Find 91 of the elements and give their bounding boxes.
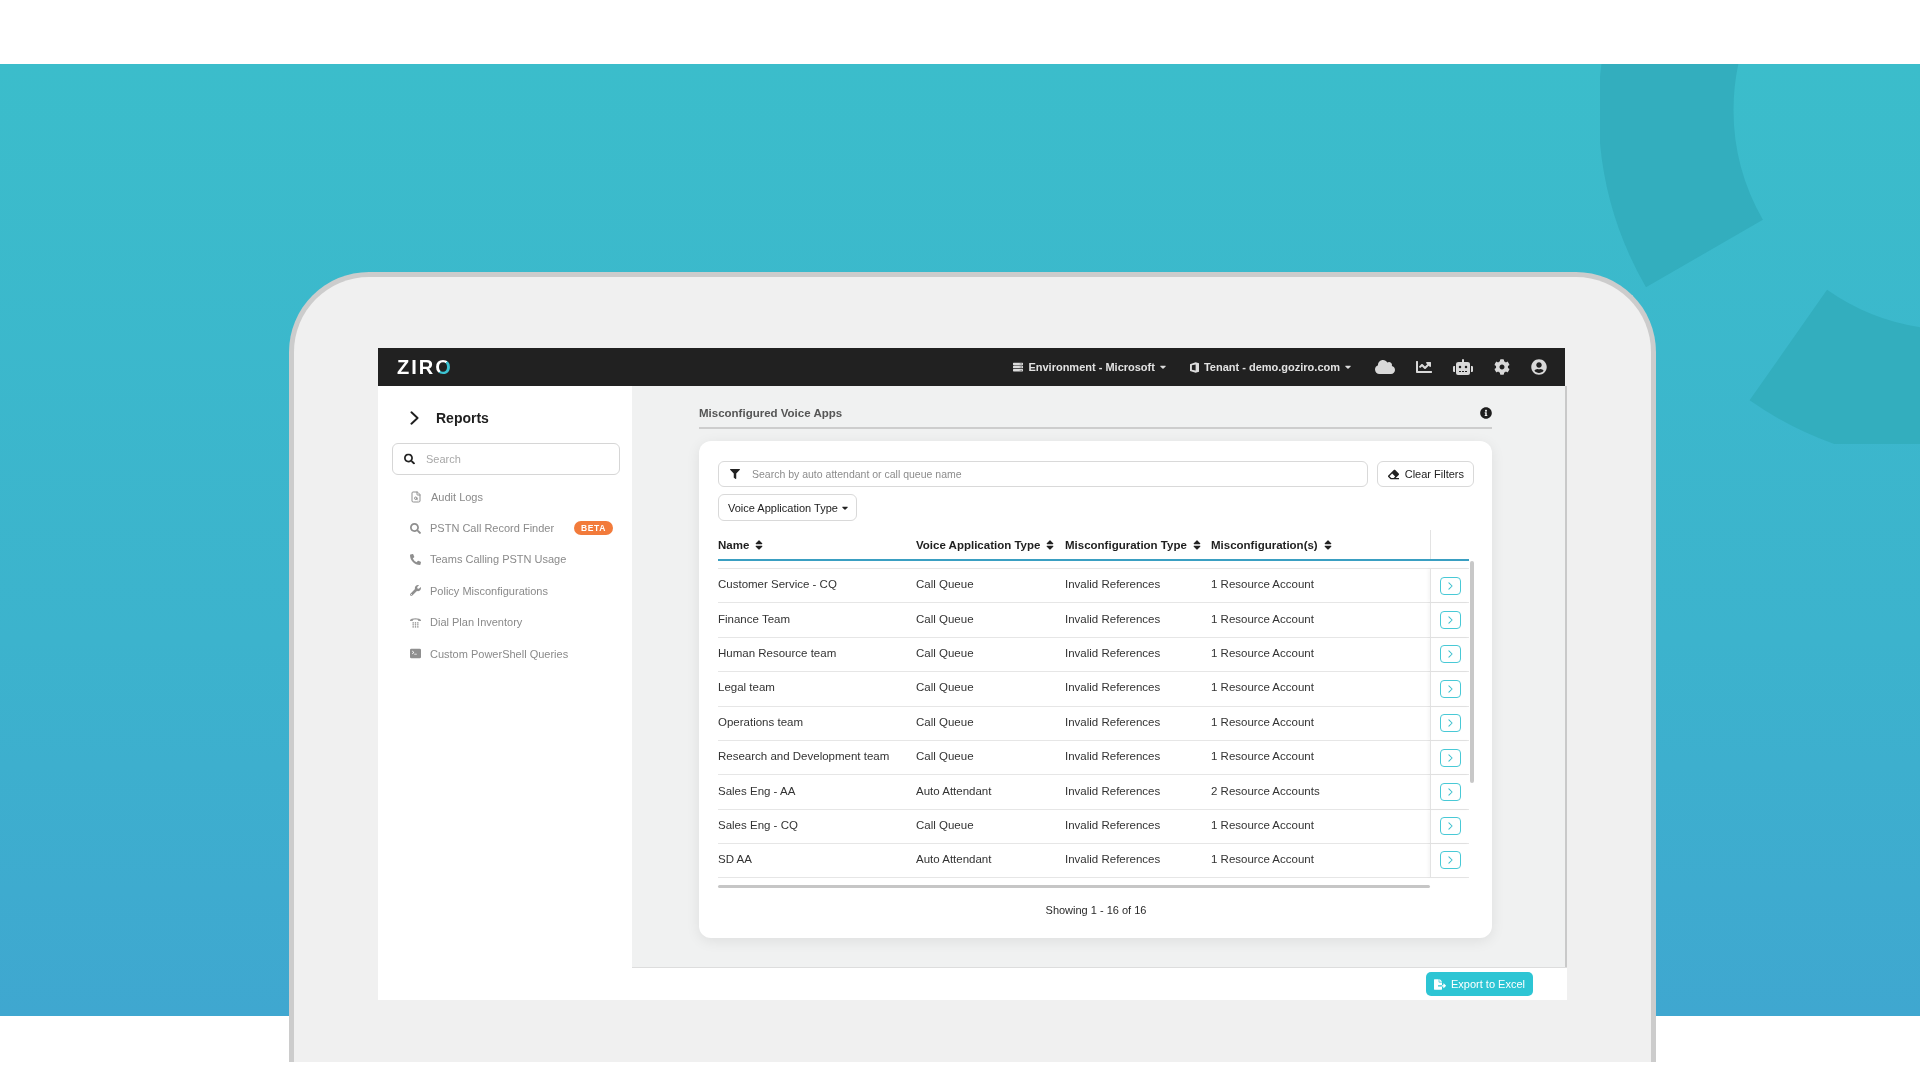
table-cell-text: 2 Resource Accounts — [1211, 784, 1321, 797]
table-cell-text: Call Queue — [916, 818, 975, 831]
sort-icon[interactable] — [1046, 538, 1055, 551]
sort-icon[interactable] — [755, 538, 764, 551]
column-header[interactable]: Voice Application Type — [916, 538, 1041, 551]
table-cell-text: Human Resource team — [718, 646, 838, 659]
server-icon — [1013, 362, 1024, 372]
pagination-summary: Showing 1 - 16 of 16 — [1044, 902, 1148, 917]
clear-filters-button[interactable]: Clear Filters — [1376, 461, 1474, 487]
table-cell-text: 1 Resource Account — [1211, 852, 1315, 865]
table-cell-text: Call Queue — [916, 715, 975, 728]
chevron-right-icon — [1447, 856, 1453, 865]
table-cell-text: Invalid References — [1065, 818, 1162, 831]
sidebar-item[interactable]: Teams Calling PSTN Usage — [392, 543, 620, 576]
table-cell-text: 1 Resource Account — [1211, 750, 1315, 763]
table-cell-text: Auto Attendant — [916, 852, 993, 865]
sidebar-item[interactable]: PSTN Call Record Finder BETA — [392, 512, 620, 544]
info-icon[interactable] — [1480, 407, 1492, 419]
top-menu-dropdown[interactable]: Tenant - demo.goziro.com — [1189, 356, 1351, 378]
logo: ZIRO — [397, 357, 453, 377]
table-cell-text: Call Queue — [916, 578, 975, 591]
column-header[interactable]: Name — [718, 538, 750, 551]
chevron-right-icon — [1447, 616, 1453, 625]
chevron-right-icon — [1447, 822, 1453, 831]
table-cell-text: 1 Resource Account — [1211, 715, 1315, 728]
table-cell-text: Research and Development team — [718, 750, 891, 763]
table-cell-text: Invalid References — [1065, 612, 1162, 625]
column-header[interactable]: Misconfiguration(s) — [1211, 538, 1318, 551]
search-icon — [410, 522, 421, 534]
table-cell-text: Operations team — [718, 715, 804, 728]
eraser-icon — [1387, 468, 1399, 480]
table-cell-text: Call Queue — [916, 646, 975, 659]
table-cell-text: Invalid References — [1065, 784, 1162, 797]
sidebar-title: Reports — [436, 410, 489, 426]
table-cell-text: Customer Service - CQ — [718, 578, 838, 591]
search-icon — [404, 453, 415, 465]
sidebar-item[interactable]: Custom PowerShell Queries — [392, 637, 620, 670]
wrench-icon — [410, 585, 421, 597]
page-title: Misconfigured Voice Apps — [699, 407, 843, 419]
top-menu-dropdown[interactable]: Environment - Microsoft — [1013, 356, 1166, 378]
chevron-right-icon — [1447, 650, 1453, 659]
line-chart-icon[interactable] — [1416, 359, 1432, 375]
type-filter-dropdown[interactable]: Voice Application Type — [718, 494, 857, 521]
phone-icon — [410, 553, 421, 565]
sidebar-item[interactable]: Dial Plan Inventory — [392, 606, 620, 638]
sidebar-item[interactable]: Policy Misconfigurations — [392, 575, 620, 607]
table-cell-text: 1 Resource Account — [1211, 578, 1315, 591]
table-cell-text: Invalid References — [1065, 681, 1162, 694]
chevron-right-icon — [1447, 684, 1453, 693]
sort-icon[interactable] — [1192, 538, 1201, 551]
table-cell-text: Auto Attendant — [916, 784, 993, 797]
settings-icon[interactable] — [1494, 359, 1510, 375]
table-cell-text: Invalid References — [1065, 715, 1162, 728]
sidebar-item[interactable]: Audit Logs — [392, 481, 620, 513]
table-cell-text: Invalid References — [1065, 750, 1162, 763]
table-cell-text: Invalid References — [1065, 646, 1162, 659]
desk-phone-icon — [410, 616, 421, 628]
horizontal-scrollbar[interactable] — [718, 884, 1430, 888]
document-search-icon — [410, 490, 422, 503]
file-export-icon — [1434, 978, 1446, 990]
search-field[interactable]: Search — [392, 443, 620, 475]
chevron-right-icon[interactable] — [410, 411, 419, 425]
table-cell-text: 1 Resource Account — [1211, 681, 1315, 694]
table-cell-text: 1 Resource Account — [1211, 612, 1315, 625]
chevron-right-icon — [1447, 753, 1453, 762]
chevron-right-icon — [1447, 581, 1453, 590]
table-cell-text: Sales Eng - AA — [718, 784, 797, 797]
vertical-scrollbar[interactable] — [1470, 561, 1474, 783]
filter-icon — [730, 469, 740, 479]
filter-search-field[interactable]: Search by auto attendant or call queue name — [718, 461, 1368, 487]
table-cell-text: Finance Team — [718, 612, 792, 625]
chevron-right-icon — [1447, 719, 1453, 728]
table-cell-text: Legal team — [718, 681, 776, 694]
table-cell-text: Invalid References — [1065, 852, 1162, 865]
user-icon[interactable] — [1531, 359, 1547, 375]
table-cell-text: Call Queue — [916, 750, 975, 763]
sort-icon[interactable] — [1323, 538, 1332, 551]
table-cell-text: Sales Eng - CQ — [718, 818, 799, 831]
table-cell-text: Invalid References — [1065, 578, 1162, 591]
feature-badge: BETA — [574, 521, 613, 536]
table-cell-text: Call Queue — [916, 681, 975, 694]
robot-icon[interactable] — [1453, 359, 1473, 375]
table-cell-text: 1 Resource Account — [1211, 818, 1315, 831]
column-header[interactable]: Misconfiguration Type — [1065, 538, 1187, 551]
terminal-icon — [410, 648, 421, 660]
table-cell-text: 1 Resource Account — [1211, 646, 1315, 659]
cloud-icon[interactable] — [1375, 359, 1395, 375]
table-cell-text: SD AA — [718, 852, 753, 865]
chevron-right-icon — [1447, 788, 1453, 797]
table-cell-text: Call Queue — [916, 612, 975, 625]
door-icon — [1189, 361, 1199, 373]
